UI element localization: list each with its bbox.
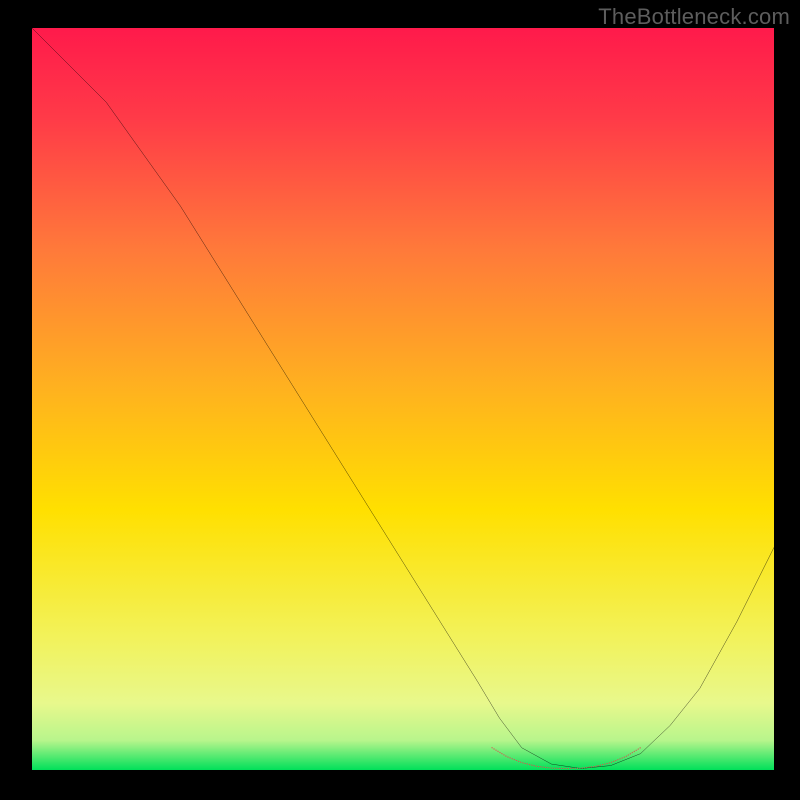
gradient-background xyxy=(32,28,774,770)
bottleneck-chart xyxy=(32,28,774,770)
watermark-text: TheBottleneck.com xyxy=(598,4,790,30)
chart-frame: TheBottleneck.com xyxy=(0,0,800,800)
